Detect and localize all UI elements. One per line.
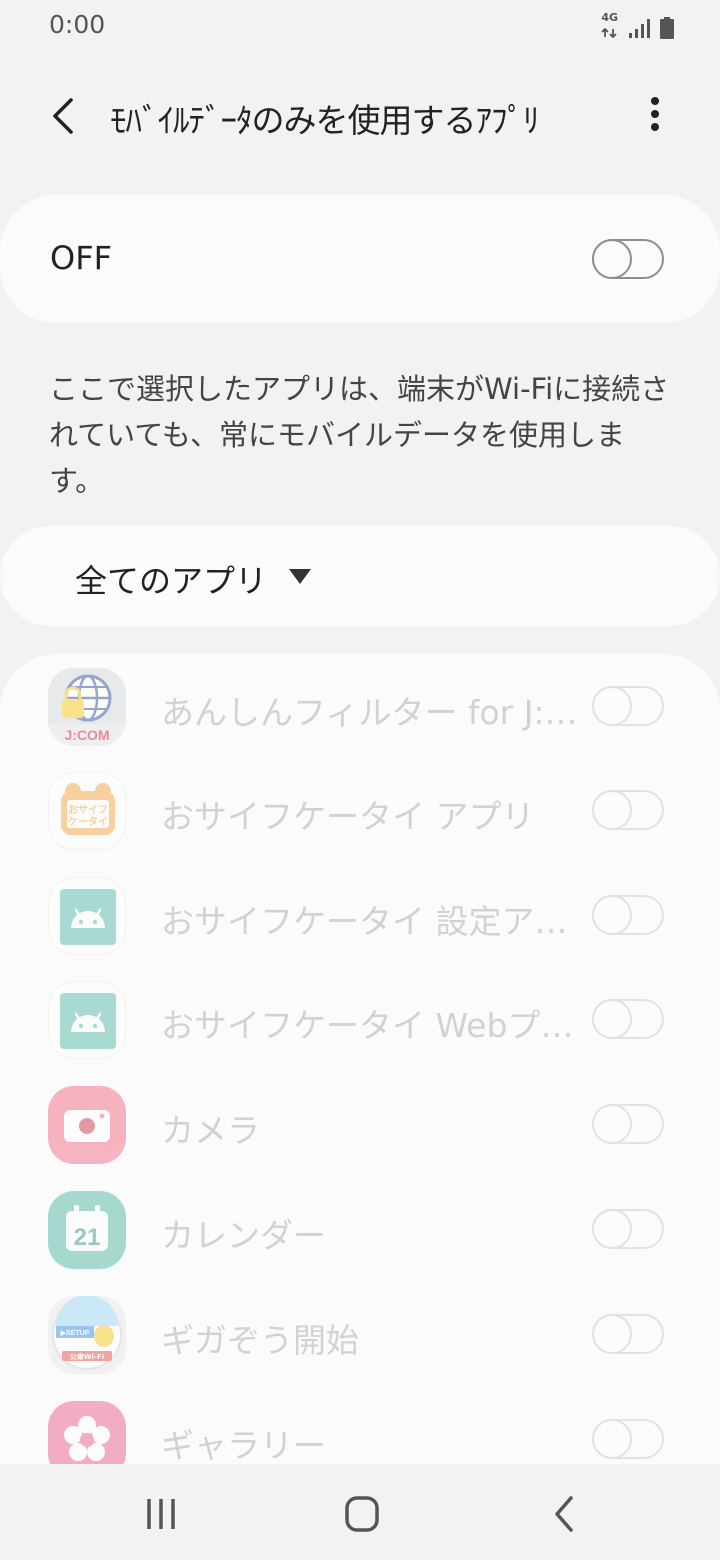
svg-text:ケータイ: ケータイ xyxy=(68,816,108,828)
app-toggle-switch[interactable] xyxy=(592,686,664,726)
status-bar: 0:00 4G xyxy=(0,0,720,52)
list-item: ギャラリー xyxy=(0,1387,720,1464)
switch-knob xyxy=(592,686,632,726)
data-transfer-icon: 4G xyxy=(601,12,618,42)
app-filter-dropdown[interactable]: 全てのアプリ xyxy=(0,526,720,626)
master-toggle-card[interactable]: OFF xyxy=(0,195,720,323)
list-item: おサイフケータイ Webプラグイン xyxy=(0,967,720,1071)
android-icon xyxy=(48,877,126,955)
nav-back-icon[interactable] xyxy=(540,1494,588,1534)
home-icon[interactable] xyxy=(338,1494,386,1534)
switch-knob xyxy=(592,239,632,279)
app-name: おサイフケータイ アプリ xyxy=(161,797,535,836)
calendar-icon: 21 xyxy=(48,1191,126,1269)
switch-knob xyxy=(592,1209,632,1249)
app-toggle-switch[interactable] xyxy=(592,1104,664,1144)
camera-icon xyxy=(48,1086,126,1164)
battery-icon xyxy=(660,16,674,39)
app-bar: ﾓﾊﾞｲﾙﾃﾞｰﾀのみを使用するｱﾌﾟﾘ xyxy=(0,68,720,164)
svg-text:▶SETUP: ▶SETUP xyxy=(60,1330,90,1337)
app-list: J:COM あんしんフィルター for J:COM おサイフ ケータイ おサイフ… xyxy=(0,654,720,1464)
dropdown-triangle-icon xyxy=(289,569,311,584)
app-name: カメラ xyxy=(161,1111,260,1150)
description-text: ここで選択したアプリは、端末がWi-Fiに接続されていても、常にモバイルデータを… xyxy=(49,372,670,498)
svg-text:公衆Wi-Fi: 公衆Wi-Fi xyxy=(70,1352,104,1361)
list-item: カメラ xyxy=(0,1072,720,1176)
status-icons: 4G xyxy=(601,12,674,42)
app-name: あんしんフィルター for J:COM xyxy=(161,693,581,732)
list-item: 21 カレンダー xyxy=(0,1177,720,1281)
svg-text:J:COM: J:COM xyxy=(64,727,109,743)
filter-label: 全てのアプリ xyxy=(75,562,268,600)
status-time: 0:00 xyxy=(49,10,106,39)
switch-knob xyxy=(592,999,632,1039)
back-arrow-icon[interactable] xyxy=(44,94,84,138)
switch-knob xyxy=(592,1104,632,1144)
list-item: ▶SETUP 公衆Wi-Fi ギガぞう開始 xyxy=(0,1282,720,1386)
svg-text:21: 21 xyxy=(74,1224,101,1251)
list-item: おサイフ ケータイ おサイフケータイ アプリ xyxy=(0,758,720,862)
page-title: ﾓﾊﾞｲﾙﾃﾞｰﾀのみを使用するｱﾌﾟﾘ xyxy=(110,101,539,140)
gigazo-icon: ▶SETUP 公衆Wi-Fi xyxy=(48,1296,126,1374)
recent-apps-icon[interactable] xyxy=(138,1494,186,1534)
app-toggle-switch[interactable] xyxy=(592,1209,664,1249)
app-name: カレンダー xyxy=(161,1216,326,1255)
switch-knob xyxy=(592,1314,632,1354)
jcom-filter-icon: J:COM xyxy=(48,668,126,746)
navigation-bar xyxy=(0,1464,720,1560)
app-name: おサイフケータイ 設定アプリ xyxy=(161,902,581,941)
app-toggle-switch[interactable] xyxy=(592,1314,664,1354)
app-name: ギャラリー xyxy=(161,1426,326,1464)
more-options-icon[interactable] xyxy=(640,96,670,136)
app-toggle-switch[interactable] xyxy=(592,1419,664,1459)
svg-text:おサイフ: おサイフ xyxy=(68,804,108,816)
switch-knob xyxy=(592,895,632,935)
app-toggle-switch[interactable] xyxy=(592,790,664,830)
osaifu-keitai-icon: おサイフ ケータイ xyxy=(48,772,126,850)
gallery-icon xyxy=(48,1401,126,1464)
app-name: おサイフケータイ Webプラグイン xyxy=(161,1006,581,1045)
android-icon xyxy=(48,981,126,1059)
app-toggle-switch[interactable] xyxy=(592,895,664,935)
app-toggle-switch[interactable] xyxy=(592,999,664,1039)
signal-icon xyxy=(629,18,650,38)
app-name: ギガぞう開始 xyxy=(161,1321,359,1360)
list-item: J:COM あんしんフィルター for J:COM xyxy=(0,654,720,758)
master-toggle-label: OFF xyxy=(50,239,112,277)
switch-knob xyxy=(592,1419,632,1459)
list-item: おサイフケータイ 設定アプリ xyxy=(0,863,720,967)
switch-knob xyxy=(592,790,632,830)
master-toggle-switch[interactable] xyxy=(592,239,664,279)
